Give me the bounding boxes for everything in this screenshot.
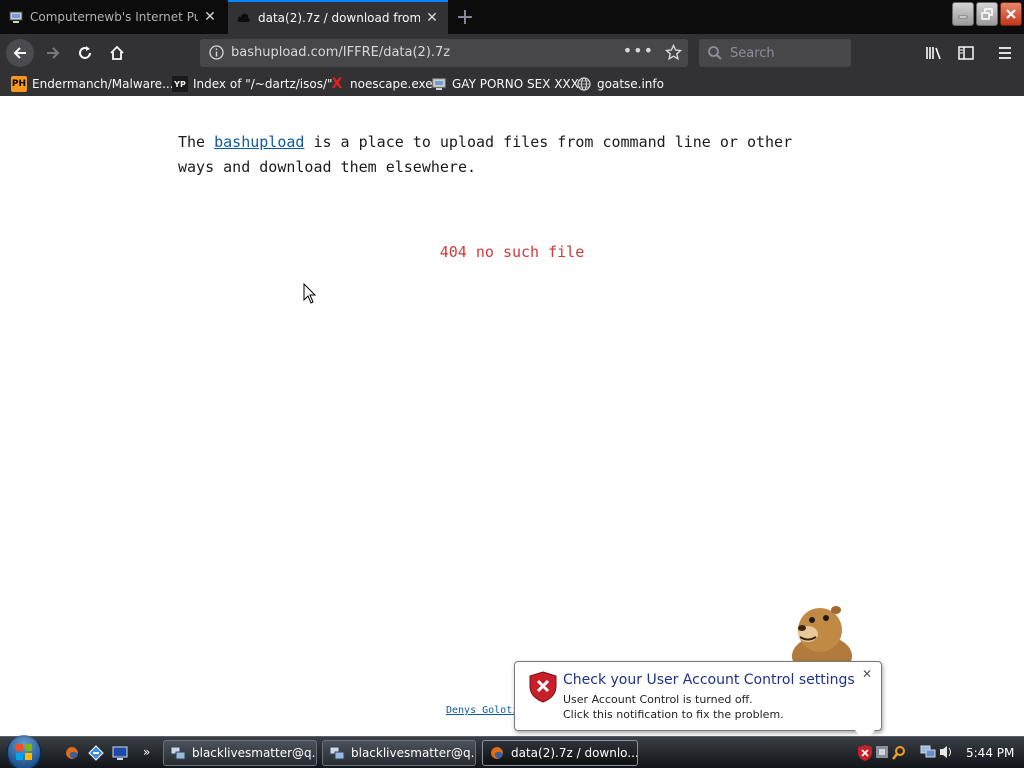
menu-button[interactable] (991, 39, 1019, 67)
url-text[interactable]: bashupload.com/IFFRE/data(2).7z (231, 45, 450, 60)
network-icon (329, 745, 345, 761)
cloud-icon (236, 10, 252, 26)
ph-icon: PH (11, 76, 27, 92)
library-button[interactable] (920, 39, 948, 67)
computer-icon (431, 76, 447, 92)
globe-icon (576, 76, 592, 92)
taskbar-item-label: blacklivesmatter@q... (351, 746, 476, 760)
taskbar-item-label: data(2).7z / downlo... (511, 746, 638, 760)
intro-text: The bashupload is a place to upload file… (178, 130, 818, 180)
window-controls (952, 2, 1022, 26)
bookmark-label: GAY PORNO SEX XXX (452, 77, 579, 91)
firefox-icon[interactable] (64, 745, 80, 761)
bookmark-index-dartz[interactable]: YP Index of "/~dartz/isos/" (172, 76, 333, 92)
volume-icon[interactable] (940, 746, 951, 758)
back-button[interactable] (6, 39, 34, 67)
notification-line-1: User Account Control is turned off. (563, 693, 753, 706)
close-icon[interactable]: ✕ (202, 9, 218, 25)
bookmark-gay-porno[interactable]: GAY PORNO SEX XXX (431, 76, 579, 92)
close-icon[interactable]: ✕ (424, 10, 440, 26)
network-shield-icon[interactable] (88, 745, 104, 761)
page-content: The bashupload is a place to upload file… (0, 96, 1024, 736)
reload-button[interactable] (71, 39, 99, 67)
bookmark-label: noescape.exe (350, 77, 433, 91)
bashupload-link[interactable]: bashupload (214, 133, 304, 151)
home-button[interactable] (103, 39, 131, 67)
system-tray (856, 737, 964, 768)
notification-line-2: Click this notification to fix the probl… (563, 708, 784, 721)
url-bar[interactable]: bashupload.com/IFFRE/data(2).7z ••• (200, 39, 688, 67)
restore-button[interactable] (976, 2, 998, 26)
computer-icon (8, 9, 24, 25)
tab-computernewb[interactable]: Computernewb's Internet Pub ✕ (0, 0, 226, 34)
monitor-icon[interactable] (112, 745, 128, 761)
bookmark-endermanch[interactable]: PH Endermanch/Malware... (11, 76, 174, 92)
tab-title: Computernewb's Internet Pub (30, 10, 198, 24)
bookmarks-toolbar: PH Endermanch/Malware... YP Index of "/~… (0, 72, 1024, 96)
forward-button[interactable] (39, 39, 67, 67)
intro-before: The (178, 133, 215, 151)
search-placeholder: Search (730, 46, 775, 61)
taskbar: » blacklivesmatter@q... blacklivesmatter… (0, 733, 1024, 768)
tab-bashupload[interactable]: data(2).7z / download from ba ✕ (228, 0, 448, 34)
search-tray-icon[interactable] (892, 746, 905, 760)
bookmark-label: goatse.info (597, 77, 664, 91)
bookmark-label: Index of "/~dartz/isos/" (193, 77, 333, 91)
taskbar-item-network-1[interactable]: blacklivesmatter@q... (163, 740, 317, 766)
chevron-right-icon[interactable]: » (143, 745, 159, 761)
search-input[interactable]: Search (699, 39, 851, 67)
taskbar-item-firefox[interactable]: data(2).7z / downlo... (482, 740, 638, 766)
tab-title: data(2).7z / download from ba (258, 11, 420, 25)
network-tray-icon[interactable] (920, 745, 936, 758)
network-icon (170, 745, 186, 761)
screen: Computernewb's Internet Pub ✕ data(2).7z… (0, 0, 1024, 768)
new-tab-button[interactable]: + (452, 4, 478, 30)
clock[interactable]: 5:44 PM (966, 746, 1014, 760)
minimize-button[interactable] (952, 2, 974, 26)
start-button[interactable] (4, 733, 48, 768)
taskbar-item-label: blacklivesmatter@q... (192, 746, 317, 760)
bookmark-noescape[interactable]: X noescape.exe (329, 76, 433, 92)
error-message: 404 no such file (439, 243, 585, 261)
taskbar-item-network-2[interactable]: blacklivesmatter@q... (322, 740, 476, 766)
tray-app-icon[interactable] (876, 746, 888, 758)
info-icon[interactable] (209, 45, 224, 64)
author-link[interactable]: Denys Golotiu (446, 705, 524, 716)
firefox-icon (489, 745, 505, 761)
security-alert-icon[interactable] (858, 745, 872, 761)
sidebar-button[interactable] (952, 39, 980, 67)
bookmark-star-icon[interactable] (664, 43, 683, 65)
bookmark-label: Endermanch/Malware... (32, 77, 174, 91)
tab-bar: Computernewb's Internet Pub ✕ data(2).7z… (0, 0, 1024, 34)
page-actions-icon[interactable]: ••• (623, 41, 654, 60)
bookmark-goatse[interactable]: goatse.info (576, 76, 664, 92)
uac-notification[interactable]: Check your User Account Control settings… (514, 661, 882, 742)
mouse-cursor-icon (303, 282, 317, 309)
shield-error-icon (529, 671, 557, 707)
yp-icon: YP (172, 76, 188, 92)
close-icon[interactable]: ✕ (862, 667, 872, 681)
close-window-button[interactable] (1000, 2, 1022, 26)
search-icon (707, 45, 723, 65)
notification-title: Check your User Account Control settings (563, 672, 855, 688)
x-icon: X (331, 76, 343, 92)
